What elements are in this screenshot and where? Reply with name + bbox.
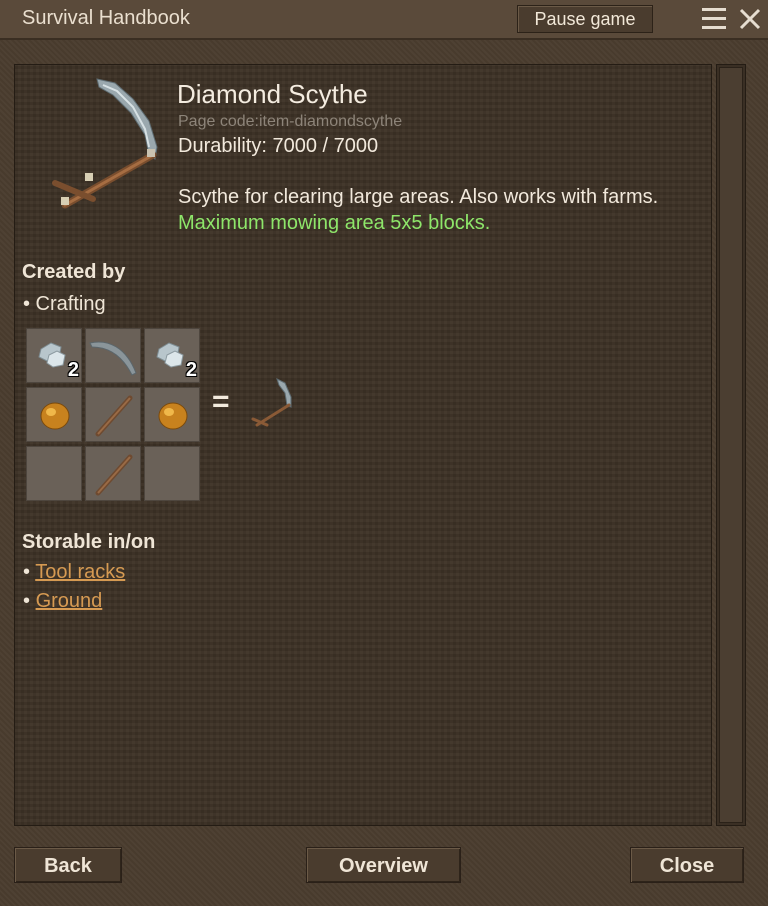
overview-button[interactable]: Overview [306, 847, 461, 883]
resin-icon [40, 402, 70, 430]
crafting-slot[interactable]: 2 [26, 328, 82, 383]
slot-quantity: 2 [185, 359, 197, 381]
scrollbar-thumb[interactable] [719, 67, 743, 823]
hamburger-menu-icon[interactable] [702, 8, 726, 30]
crafting-slot[interactable] [85, 446, 141, 501]
crafting-slot[interactable]: 2 [144, 328, 200, 383]
scythe-blade-icon [89, 341, 137, 376]
handbook-window: Survival Handbook Pause game Diamond Scy… [0, 0, 768, 906]
crafting-slot[interactable] [26, 387, 82, 442]
ground-link[interactable]: Ground [36, 590, 103, 612]
durability-text: Durability: 7000 / 7000 [178, 135, 379, 157]
crafting-slot[interactable] [85, 387, 141, 442]
slot-quantity: 2 [67, 359, 79, 381]
scrollbar[interactable] [716, 64, 746, 826]
crafting-grid: 2 2 [26, 328, 204, 504]
crafting-slot[interactable] [85, 328, 141, 383]
item-description: Scythe for clearing large areas. Also wo… [178, 186, 659, 208]
storable-heading: Storable in/on [22, 531, 156, 553]
close-button[interactable]: Close [630, 847, 744, 883]
pause-game-button[interactable]: Pause game [517, 5, 653, 33]
window-title: Survival Handbook [22, 7, 190, 29]
crafting-slot[interactable] [144, 446, 200, 501]
resin-icon [158, 402, 188, 430]
equals-sign: = [212, 385, 230, 418]
storable-item: • Tool racks [23, 561, 126, 583]
stick-icon [95, 395, 133, 437]
stick-icon [95, 454, 133, 496]
diamond-scythe-icon[interactable] [247, 375, 297, 435]
back-button[interactable]: Back [14, 847, 122, 883]
tool-racks-link[interactable]: Tool racks [35, 561, 125, 583]
title-bar: Survival Handbook Pause game [0, 0, 768, 40]
storable-item: • Ground [23, 590, 103, 612]
crafting-method: • Crafting [23, 293, 106, 315]
close-icon[interactable] [738, 7, 762, 31]
crafting-slot[interactable] [26, 446, 82, 501]
created-by-heading: Created by [22, 261, 126, 283]
diamond-scythe-icon [52, 78, 158, 209]
mowing-area-note: Maximum mowing area 5x5 blocks. [178, 212, 491, 234]
handbook-page: Diamond Scythe Page code:item-diamondscy… [14, 64, 712, 826]
page-code: Page code:item-diamondscythe [178, 113, 403, 130]
crafting-slot[interactable] [144, 387, 200, 442]
item-title: Diamond Scythe [177, 79, 368, 109]
